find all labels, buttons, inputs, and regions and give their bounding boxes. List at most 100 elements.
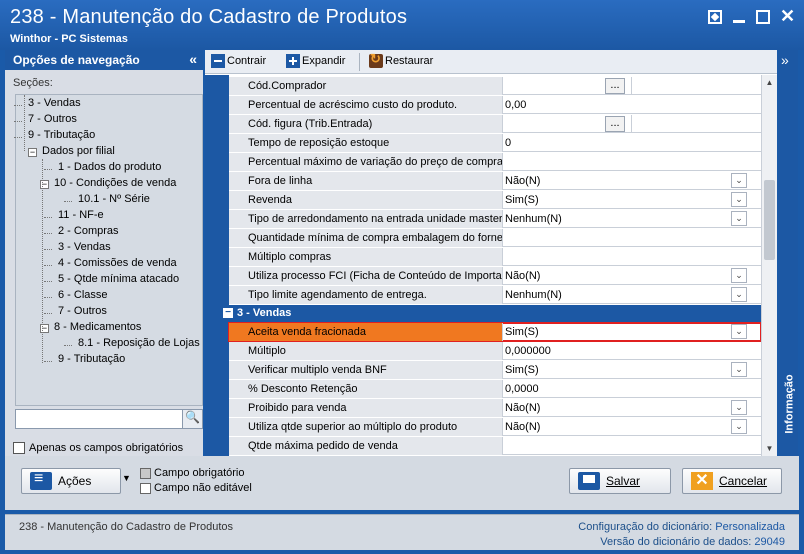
property-select[interactable]: Não(N) ⌄	[503, 172, 761, 190]
lookup-button[interactable]: ...	[605, 116, 625, 132]
info-panel[interactable]: » Informação	[778, 50, 798, 456]
property-row[interactable]: Quantidade mínima de compra embalagem do…	[229, 229, 761, 247]
sections-tree[interactable]: 3 - Vendas 7 - Outros 9 - Tributação Dados …	[14, 94, 203, 406]
tree-connector	[44, 281, 52, 282]
chevron-down-icon[interactable]: ⌄	[731, 287, 747, 302]
property-row[interactable]: Revenda Sim(S) ⌄	[229, 191, 761, 209]
property-select[interactable]: Não(N) ⌄	[503, 267, 761, 285]
tree-item[interactable]: 11 - NF-e	[58, 209, 104, 221]
property-label: Utiliza qtde superior ao múltiplo do pro…	[229, 418, 503, 436]
search-field[interactable]: 🔍	[15, 409, 203, 429]
tree-item[interactable]: 2 - Compras	[58, 225, 119, 237]
expand-info-icon[interactable]: »	[781, 52, 789, 68]
collapse-panel-icon[interactable]: «	[189, 51, 197, 67]
cancel-button[interactable]: ✕ Cancelar	[682, 468, 782, 494]
property-select[interactable]: Nenhum(N) ⌄	[503, 286, 761, 304]
property-row[interactable]: Múltiplo 0,000000	[229, 342, 761, 360]
scroll-up-icon[interactable]: ▲	[762, 75, 777, 90]
section-header[interactable]: −3 - Vendas	[205, 305, 761, 322]
property-row[interactable]: Utiliza qtde superior ao múltiplo do pro…	[229, 418, 761, 436]
property-row[interactable]: Fora de linha Não(N) ⌄	[229, 172, 761, 190]
chevron-down-icon[interactable]: ⌄	[731, 211, 747, 226]
only-required-checkbox[interactable]: Apenas os campos obrigatórios	[13, 442, 183, 454]
tree-item[interactable]: Dados por filial	[42, 145, 115, 157]
tree-item[interactable]: 7 - Outros	[28, 113, 77, 125]
tree-expander-icon[interactable]: −	[28, 148, 37, 157]
property-input[interactable]	[503, 153, 761, 171]
tree-item[interactable]: 9 - Tributação	[58, 353, 125, 365]
tree-item[interactable]: 6 - Classe	[58, 289, 108, 301]
minimize-button[interactable]	[732, 10, 746, 24]
cancel-label: Cancelar	[719, 474, 768, 488]
property-select[interactable]: Sim(S) ⌄	[503, 323, 761, 341]
tree-item[interactable]: 5 - Qtde mínima atacado	[58, 273, 179, 285]
property-input[interactable]: ...	[503, 115, 761, 133]
chevron-down-icon[interactable]: ⌄	[731, 192, 747, 207]
property-row[interactable]: Tipo de arredondamento na entrada unidad…	[229, 210, 761, 228]
property-select[interactable]: Não(N) ⌄	[503, 418, 761, 436]
tree-item[interactable]: 10 - Condições de venda	[54, 177, 176, 189]
actions-dropdown-icon[interactable]: ▼	[122, 473, 131, 483]
property-row[interactable]: Múltiplo compras	[229, 248, 761, 266]
search-icon[interactable]: 🔍	[182, 410, 202, 428]
restore-button[interactable]: Restaurar	[369, 51, 433, 68]
section-collapse-icon[interactable]: −	[223, 308, 233, 318]
property-value: Sim(S)	[505, 326, 539, 338]
lookup-button[interactable]: ...	[605, 78, 625, 94]
tree-item[interactable]: 3 - Vendas	[58, 241, 111, 253]
property-row[interactable]: % Desconto Retenção 0,0000	[229, 380, 761, 398]
property-input[interactable]	[503, 248, 761, 266]
property-row[interactable]: Proibido para venda Não(N) ⌄	[229, 399, 761, 417]
property-row[interactable]: Aceita venda fracionada Sim(S) ⌄	[228, 322, 761, 342]
chevron-down-icon[interactable]: ⌄	[731, 400, 747, 415]
property-row[interactable]: Verificar multiplo venda BNF Sim(S) ⌄	[229, 361, 761, 379]
tree-item[interactable]: 8.1 - Reposição de Lojas	[78, 337, 200, 349]
maximize-button[interactable]	[756, 10, 770, 24]
tree-connector	[44, 217, 52, 218]
chevron-down-icon[interactable]: ⌄	[731, 173, 747, 188]
edit-icon[interactable]	[708, 10, 722, 24]
tree-item[interactable]: 8 - Medicamentos	[54, 321, 141, 333]
actions-button[interactable]: Ações ▼	[21, 468, 131, 494]
property-input[interactable]: 0,000000	[503, 342, 761, 360]
property-select[interactable]: Sim(S) ⌄	[503, 191, 761, 209]
chevron-down-icon[interactable]: ⌄	[731, 419, 747, 434]
checkbox-box[interactable]	[13, 442, 25, 454]
tree-item[interactable]: 9 - Tributação	[28, 129, 95, 141]
chevron-down-icon[interactable]: ⌄	[731, 362, 747, 377]
property-input[interactable]: 0,0000	[503, 380, 761, 398]
property-row[interactable]: Percentual de acréscimo custo do produto…	[229, 96, 761, 114]
property-label: Proibido para venda	[229, 399, 503, 417]
property-input[interactable]	[503, 229, 761, 247]
property-row[interactable]: Tipo limite agendamento de entrega. Nenhu…	[229, 286, 761, 304]
property-select[interactable]: Não(N) ⌄	[503, 399, 761, 417]
chevron-down-icon[interactable]: ⌄	[731, 324, 747, 339]
chevron-down-icon[interactable]: ⌄	[731, 268, 747, 283]
tree-item[interactable]: 7 - Outros	[58, 305, 107, 317]
property-input[interactable]: 0,00	[503, 96, 761, 114]
cell-divider	[631, 115, 632, 133]
tree-item[interactable]: 4 - Comissões de venda	[58, 257, 177, 269]
tree-item[interactable]: 3 - Vendas	[28, 97, 81, 109]
tree-item[interactable]: 1 - Dados do produto	[58, 161, 161, 173]
property-input[interactable]: 0	[503, 134, 761, 152]
property-row[interactable]: Tempo de reposição estoque 0	[229, 134, 761, 152]
property-select[interactable]: Nenhum(N) ⌄	[503, 210, 761, 228]
expand-button[interactable]: Expandir	[286, 54, 345, 68]
property-row[interactable]: Percentual máximo de variação do preço d…	[229, 153, 761, 171]
vertical-scrollbar[interactable]: ▲ ▼	[761, 75, 777, 456]
scroll-down-icon[interactable]: ▼	[762, 441, 777, 456]
restore-icon	[369, 51, 383, 68]
scroll-thumb[interactable]	[764, 180, 775, 260]
property-select[interactable]: Sim(S) ⌄	[503, 361, 761, 379]
property-row[interactable]: Qtde máxima pedido de venda	[229, 437, 761, 455]
collapse-button[interactable]: Contrair	[211, 54, 266, 68]
property-row[interactable]: Cód.Comprador...	[229, 77, 761, 95]
close-button[interactable]: ✕	[780, 7, 795, 25]
tree-item[interactable]: 10.1 - Nº Série	[78, 193, 150, 205]
property-row[interactable]: Cód. figura (Trib.Entrada)...	[229, 115, 761, 133]
property-row[interactable]: Utiliza processo FCI (Ficha de Conteúdo …	[229, 267, 761, 285]
save-button[interactable]: Salvar	[569, 468, 671, 494]
property-input[interactable]: ...	[503, 77, 761, 95]
property-input[interactable]	[503, 437, 761, 455]
